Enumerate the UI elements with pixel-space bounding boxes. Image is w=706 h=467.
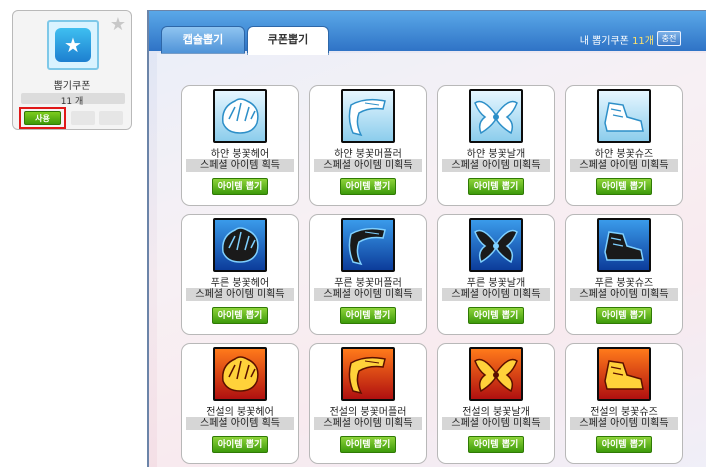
item-card: 전설의 붕꽃헤어 스페셜 아이템 획득아이템 뽑기 xyxy=(181,343,299,464)
empty-slot xyxy=(99,111,123,125)
item-name: 전설의 붕꽃헤어 xyxy=(206,407,274,418)
item-status: 스페셜 아이템 미획득 xyxy=(570,417,678,430)
item-name: 전설의 붕꽃머플러 xyxy=(329,407,407,418)
white-flower-wings-icon xyxy=(469,89,523,143)
legend-flower-wings-icon xyxy=(469,347,523,401)
item-card: 전설의 붕꽃슈즈 스페셜 아이템 미획득아이템 뽑기 xyxy=(565,343,683,464)
tab-coupon-draw[interactable]: 쿠폰뽑기 xyxy=(247,26,329,55)
item-draw-button[interactable]: 아이템 뽑기 xyxy=(212,436,268,453)
coupon-draw-window: 캡슐뽑기 쿠폰뽑기 내 뽑기쿠폰 11개 충전 하얀 붕꽃헤어 스페셜 아이템 획… xyxy=(147,10,706,467)
item-name: 하얀 붕꽃슈즈 xyxy=(594,149,654,160)
blue-flower-muffler-icon xyxy=(341,218,395,272)
item-draw-button[interactable]: 아이템 뽑기 xyxy=(212,178,268,195)
item-status: 스페셜 아이템 획득 xyxy=(186,159,294,172)
item-card: 푸른 붕꽃머플러 스페셜 아이템 미획득아이템 뽑기 xyxy=(309,214,427,335)
blue-flower-wings-icon xyxy=(469,218,523,272)
item-status: 스페셜 아이템 미획득 xyxy=(314,159,422,172)
item-draw-button[interactable]: 아이템 뽑기 xyxy=(596,178,652,195)
white-flower-hair-icon xyxy=(213,89,267,143)
coupon-count: 11 개 xyxy=(60,97,84,107)
item-draw-button[interactable]: 아이템 뽑기 xyxy=(596,307,652,324)
item-name: 하얀 붕꽃머플러 xyxy=(334,149,402,160)
item-name: 푸른 붕꽃날개 xyxy=(466,278,526,289)
item-name: 푸른 붕꽃머플러 xyxy=(334,278,402,289)
item-draw-button[interactable]: 아이템 뽑기 xyxy=(340,436,396,453)
legend-flower-shoes-icon xyxy=(597,347,651,401)
item-status: 스페셜 아이템 미획득 xyxy=(314,288,422,301)
legend-flower-muffler-icon xyxy=(341,347,395,401)
item-name: 푸른 붕꽃슈즈 xyxy=(594,278,654,289)
item-status: 스페셜 아이템 미획득 xyxy=(186,288,294,301)
item-card: 하얀 붕꽃헤어 스페셜 아이템 획득아이템 뽑기 xyxy=(181,85,299,206)
item-status: 스페셜 아이템 획득 xyxy=(186,417,294,430)
item-status: 스페셜 아이템 미획득 xyxy=(442,159,550,172)
item-status: 스페셜 아이템 미획득 xyxy=(570,159,678,172)
favorite-star-icon[interactable]: ★ xyxy=(110,14,126,35)
item-status: 스페셜 아이템 미획득 xyxy=(314,417,422,430)
item-card: 푸른 붕꽃슈즈 스페셜 아이템 미획득아이템 뽑기 xyxy=(565,214,683,335)
item-name: 하얀 붕꽃날개 xyxy=(466,149,526,160)
my-coupon-label: 내 뽑기쿠폰 xyxy=(579,36,629,47)
my-coupon-count: 11개 xyxy=(632,36,654,47)
item-status: 스페셜 아이템 미획득 xyxy=(570,288,678,301)
legend-flower-hair-icon xyxy=(213,347,267,401)
blue-flower-hair-icon xyxy=(213,218,267,272)
item-card: 전설의 붕꽃날개 스페셜 아이템 미획득아이템 뽑기 xyxy=(437,343,555,464)
empty-slot xyxy=(71,111,95,125)
item-name: 하얀 붕꽃헤어 xyxy=(210,149,270,160)
tab-capsule-draw[interactable]: 캡슐뽑기 xyxy=(161,26,245,54)
item-draw-button[interactable]: 아이템 뽑기 xyxy=(340,307,396,324)
item-draw-button[interactable]: 아이템 뽑기 xyxy=(468,178,524,195)
item-draw-button[interactable]: 아이템 뽑기 xyxy=(468,307,524,324)
coupon-card: ★ ★ 뽑기쿠폰 11 개 사용 xyxy=(12,10,132,130)
item-name: 푸른 붕꽃헤어 xyxy=(210,278,270,289)
use-button[interactable]: 사용 xyxy=(24,111,61,125)
item-draw-button[interactable]: 아이템 뽑기 xyxy=(468,436,524,453)
item-card: 하얀 붕꽃머플러 스페셜 아이템 미획득아이템 뽑기 xyxy=(309,85,427,206)
white-flower-shoes-icon xyxy=(597,89,651,143)
blue-flower-shoes-icon xyxy=(597,218,651,272)
item-status: 스페셜 아이템 미획득 xyxy=(442,288,550,301)
item-card: 하얀 붕꽃날개 스페셜 아이템 미획득아이템 뽑기 xyxy=(437,85,555,206)
item-name: 전설의 붕꽃날개 xyxy=(462,407,530,418)
item-card: 하얀 붕꽃슈즈 스페셜 아이템 미획득아이템 뽑기 xyxy=(565,85,683,206)
item-draw-button[interactable]: 아이템 뽑기 xyxy=(212,307,268,324)
item-card: 전설의 붕꽃머플러 스페셜 아이템 미획득아이템 뽑기 xyxy=(309,343,427,464)
item-draw-button[interactable]: 아이템 뽑기 xyxy=(340,178,396,195)
item-card: 푸른 붕꽃날개 스페셜 아이템 미획득아이템 뽑기 xyxy=(437,214,555,335)
item-status: 스페셜 아이템 미획득 xyxy=(442,417,550,430)
coupon-name: 뽑기쿠폰 xyxy=(53,81,91,92)
coupon-ticket-icon: ★ xyxy=(47,20,99,70)
item-draw-button[interactable]: 아이템 뽑기 xyxy=(596,436,652,453)
charge-button[interactable]: 충전 xyxy=(657,31,681,46)
white-flower-muffler-icon xyxy=(341,89,395,143)
item-name: 전설의 붕꽃슈즈 xyxy=(590,407,658,418)
item-card: 푸른 붕꽃헤어 스페셜 아이템 미획득아이템 뽑기 xyxy=(181,214,299,335)
my-coupon-info: 내 뽑기쿠폰 11개 xyxy=(580,32,654,47)
